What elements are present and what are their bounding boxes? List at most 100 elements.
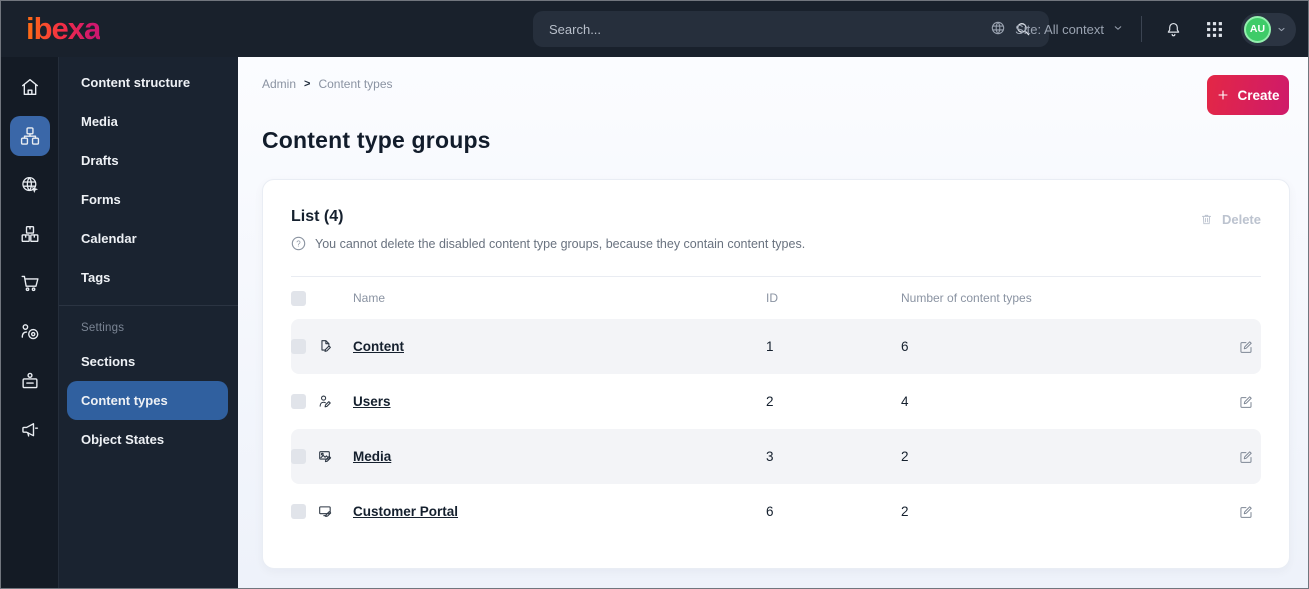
avatar: AU [1244, 15, 1271, 43]
content-structure-icon [20, 127, 39, 145]
app-window: ibexa Site: All context [0, 0, 1309, 589]
column-header-name: Name [353, 291, 386, 305]
breadcrumb-current: Content types [318, 77, 393, 91]
site-context-button[interactable]: Site: All context [989, 19, 1124, 40]
list-hint: ? You cannot delete the disabled content… [291, 236, 1261, 251]
user-edit-icon [317, 393, 334, 410]
sidebar-item-content-types[interactable]: Content types [67, 381, 228, 420]
edit-icon [1240, 505, 1252, 518]
group-link[interactable]: Media [353, 449, 391, 464]
group-link[interactable]: Customer Portal [353, 504, 458, 519]
main-content: Admin > Content types Create Content typ… [238, 57, 1308, 588]
global-search [533, 11, 1049, 47]
sidebar-menu: Content structure Media Drafts Forms Cal… [59, 57, 238, 588]
rail-item-dashboard[interactable] [10, 67, 50, 107]
breadcrumb-admin[interactable]: Admin [262, 77, 296, 91]
help-icon: ? [291, 236, 306, 251]
site-globe-icon [21, 177, 38, 193]
page-title: Content type groups [262, 127, 491, 153]
user-menu-button[interactable]: AU [1241, 12, 1296, 46]
apps-grid-icon [1206, 21, 1222, 37]
menu-divider [59, 305, 238, 306]
notifications-button[interactable] [1159, 15, 1187, 43]
ibexa-logo[interactable]: ibexa [26, 11, 101, 46]
cart-icon [21, 275, 39, 292]
group-link[interactable]: Content [353, 339, 404, 354]
sidebar-item-drafts[interactable]: Drafts [59, 141, 238, 180]
bell-icon [1167, 22, 1179, 36]
row-checkbox[interactable] [291, 504, 306, 519]
topbar: ibexa Site: All context [1, 1, 1308, 57]
rail-item-marketing[interactable] [10, 410, 50, 450]
table-header: Name ID Number of content types [291, 277, 1261, 319]
badge-icon [21, 372, 38, 389]
list-title: List (4) [291, 208, 344, 225]
row-checkbox[interactable] [291, 339, 306, 354]
sidebar-item-object-states[interactable]: Object States [59, 420, 238, 459]
logo-area: ibexa [1, 11, 239, 47]
rail-item-commerce[interactable] [10, 263, 50, 303]
group-id: 3 [766, 449, 774, 464]
select-all-checkbox[interactable] [291, 290, 306, 306]
table-row: Customer Portal 6 2 [291, 484, 1261, 539]
row-checkbox[interactable] [291, 394, 306, 409]
rail-item-personalization[interactable] [10, 312, 50, 352]
row-checkbox[interactable] [291, 449, 306, 464]
edit-button[interactable] [1231, 339, 1261, 355]
image-edit-icon [317, 448, 334, 465]
edit-icon [1240, 450, 1252, 463]
screen-edit-icon [317, 503, 334, 520]
chevron-down-icon [1112, 22, 1124, 37]
group-link[interactable]: Users [353, 394, 391, 409]
delete-button[interactable]: Delete [1199, 212, 1261, 227]
sidebar-item-content-structure[interactable]: Content structure [59, 63, 238, 102]
svg-text:?: ? [296, 239, 301, 248]
group-count: 6 [901, 339, 909, 354]
rail-item-site[interactable] [10, 165, 50, 205]
column-header-id: ID [766, 291, 778, 305]
sidebar-item-tags[interactable]: Tags [59, 258, 238, 297]
table-row: Content 1 6 [291, 319, 1261, 374]
apps-grid-button[interactable] [1200, 15, 1228, 43]
edit-icon [1240, 340, 1252, 353]
topbar-right: Site: All context AU [989, 1, 1296, 57]
edit-button[interactable] [1231, 394, 1261, 410]
sidebar-item-sections[interactable]: Sections [59, 342, 238, 381]
megaphone-icon [21, 423, 38, 437]
topbar-divider [1141, 16, 1142, 42]
breadcrumb-separator: > [304, 78, 311, 90]
table-row: Users 2 4 [291, 374, 1261, 429]
group-id: 1 [766, 339, 774, 354]
group-count: 4 [901, 394, 909, 409]
icon-rail [1, 57, 59, 588]
boxes-icon [21, 225, 38, 243]
file-edit-icon [317, 338, 334, 355]
rail-item-admin[interactable] [10, 361, 50, 401]
chevron-down-icon [1276, 24, 1287, 35]
site-context-label: Site: All context [1015, 21, 1104, 37]
plus-icon [1216, 88, 1230, 102]
home-icon [21, 78, 38, 96]
trash-icon [1199, 212, 1214, 227]
audience-target-icon [21, 324, 38, 340]
rail-item-product-catalog[interactable] [10, 214, 50, 254]
group-count: 2 [901, 449, 909, 464]
edit-icon [1240, 395, 1252, 408]
sidebar-item-media[interactable]: Media [59, 102, 238, 141]
sidebar-item-calendar[interactable]: Calendar [59, 219, 238, 258]
group-id: 6 [766, 504, 774, 519]
breadcrumb: Admin > Content types [262, 77, 393, 91]
settings-section-label: Settings [81, 322, 125, 334]
edit-button[interactable] [1231, 504, 1261, 520]
column-header-count: Number of content types [901, 291, 1032, 305]
group-count: 2 [901, 504, 909, 519]
list-card: List (4) ? You cannot delete the disable… [262, 179, 1290, 569]
search-input[interactable] [549, 21, 1009, 37]
rail-item-content[interactable] [9, 116, 50, 156]
create-button[interactable]: Create [1207, 75, 1289, 115]
group-id: 2 [766, 394, 774, 409]
table-row: Media 3 2 [291, 429, 1261, 484]
sidebar-item-forms[interactable]: Forms [59, 180, 238, 219]
globe-icon [989, 19, 1007, 40]
edit-button[interactable] [1231, 449, 1261, 465]
